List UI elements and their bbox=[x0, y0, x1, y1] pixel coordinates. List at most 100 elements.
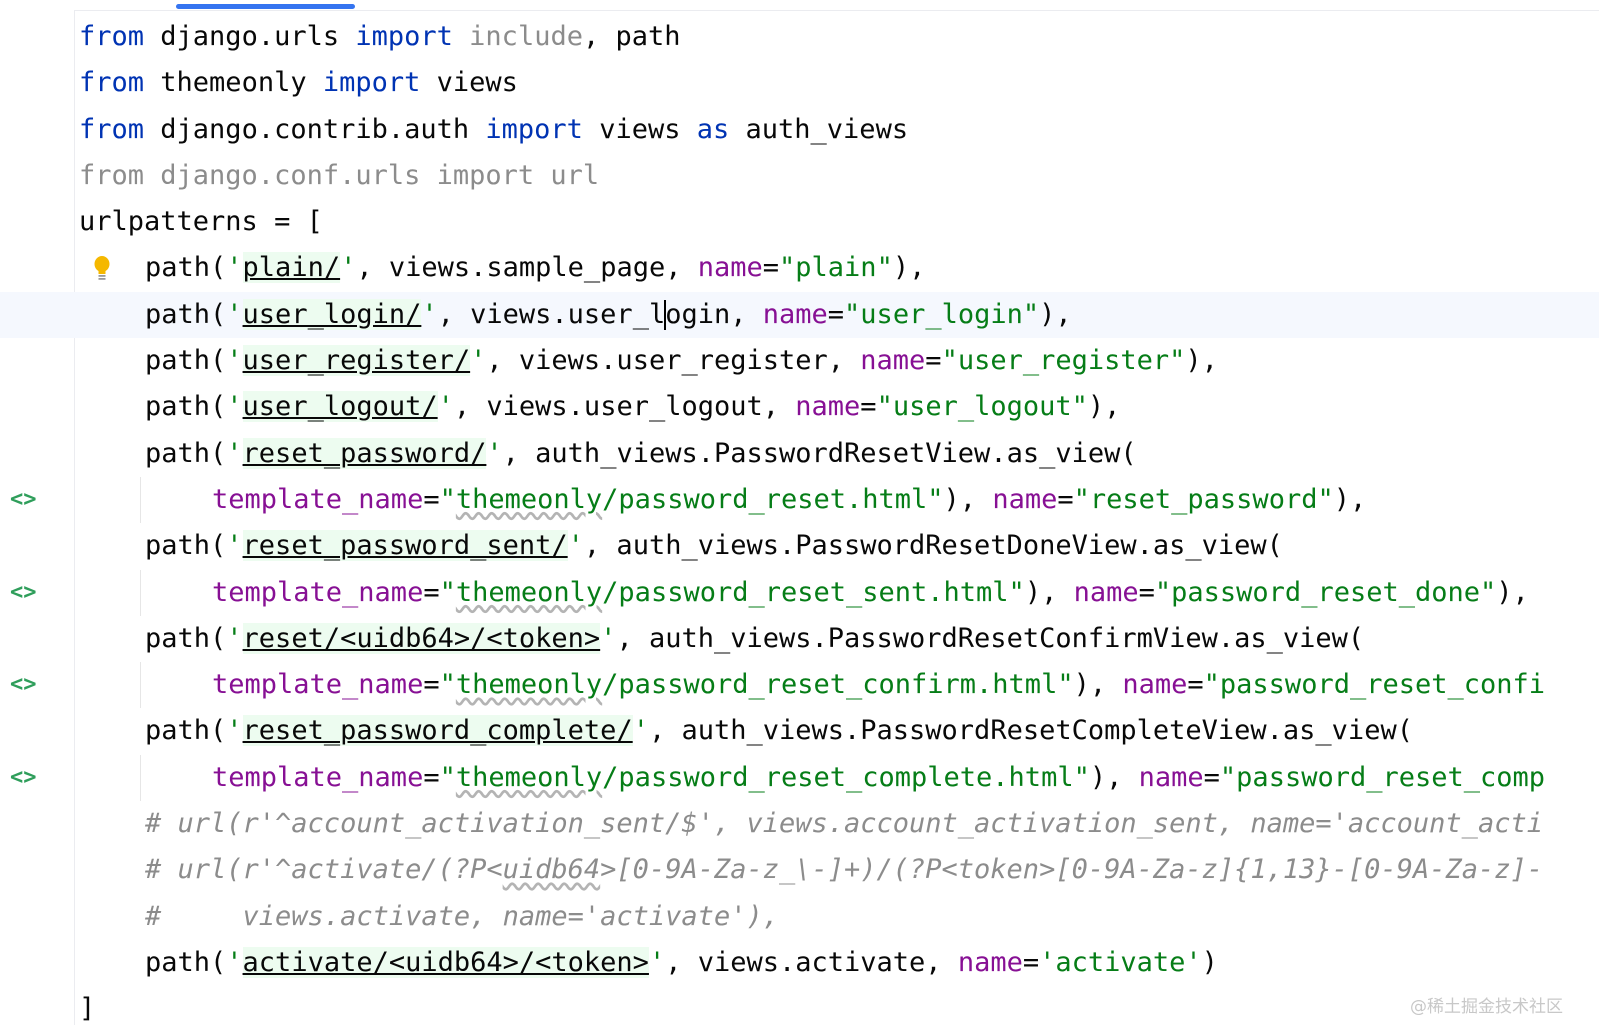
code-token: views bbox=[420, 67, 518, 99]
code-token: = bbox=[1022, 946, 1040, 978]
code-line[interactable]: path('reset_password_sent/', auth_views.… bbox=[0, 523, 1599, 569]
string-literal: " bbox=[439, 761, 456, 793]
code-line[interactable]: # views.activate, name='activate'), bbox=[0, 894, 1599, 940]
code-line[interactable]: path('user_logout/', views.user_logout, … bbox=[0, 384, 1599, 430]
string-literal: /password_reset.html" bbox=[602, 483, 944, 515]
string-literal: "reset_password" bbox=[1073, 483, 1334, 515]
code-token: views bbox=[582, 113, 697, 145]
string-literal: themeonly bbox=[455, 483, 603, 515]
template-file-icon[interactable]: <> bbox=[10, 570, 37, 616]
code-token: path( bbox=[145, 391, 227, 423]
keyword-from: from bbox=[79, 21, 145, 52]
code-comment: # url(r'^account_activation_sent/$', vie… bbox=[145, 808, 1543, 840]
code-line[interactable]: path('reset/<uidb64>/<token>', auth_view… bbox=[0, 616, 1599, 662]
code-line[interactable]: # url(r'^activate/(?P<uidb64>[0-9A-Za-z_… bbox=[0, 847, 1599, 893]
string-quote: ' bbox=[226, 530, 243, 562]
param-name: name bbox=[1122, 669, 1188, 701]
keyword-from: from bbox=[79, 67, 145, 99]
code-area[interactable]: from django.urls import include, path fr… bbox=[0, 14, 1599, 1025]
code-token: ), bbox=[1024, 576, 1074, 608]
code-token: , auth_views.PasswordResetView.as_view( bbox=[502, 437, 1137, 469]
code-line[interactable]: path('user_register/', views.user_regist… bbox=[0, 338, 1599, 384]
code-line[interactable]: ] bbox=[0, 986, 1599, 1025]
url-pattern: reset/<uidb64>/<token> bbox=[242, 622, 601, 654]
code-comment: >[0-9A-Za-z_\-]+)/(?P<token>[0-9A-Za-z]{… bbox=[600, 854, 1543, 886]
active-tab-indicator[interactable] bbox=[176, 4, 355, 9]
param-name: name bbox=[697, 252, 763, 284]
string-quote: ' bbox=[226, 391, 243, 423]
param-name: name bbox=[992, 483, 1058, 515]
code-token: = bbox=[423, 761, 440, 793]
string-literal: " bbox=[439, 483, 456, 515]
string-literal: themeonly bbox=[455, 576, 603, 608]
string-quote: ' bbox=[340, 252, 357, 284]
code-line[interactable]: path('plain/', views.sample_page, name="… bbox=[0, 245, 1599, 291]
code-token: ), bbox=[1496, 576, 1529, 608]
param-name: name bbox=[1138, 761, 1204, 793]
code-token: path( bbox=[145, 298, 227, 330]
string-literal: "password_reset_comp bbox=[1219, 761, 1546, 793]
url-pattern: reset_password_complete/ bbox=[242, 715, 633, 747]
code-token: = bbox=[827, 298, 845, 330]
code-token: , path bbox=[582, 21, 681, 52]
code-token: ), bbox=[1073, 669, 1123, 701]
keyword-import: import bbox=[322, 67, 421, 99]
string-literal: /password_reset_sent.html" bbox=[602, 576, 1025, 608]
code-token: ), bbox=[1333, 483, 1367, 515]
template-file-icon[interactable]: <> bbox=[10, 755, 37, 801]
string-quote: ' bbox=[632, 715, 649, 747]
code-token: ogin, bbox=[665, 298, 763, 330]
code-token: ), bbox=[1039, 298, 1072, 330]
template-file-icon[interactable]: <> bbox=[10, 477, 37, 523]
string-quote: ' bbox=[470, 345, 487, 377]
code-token: = bbox=[1138, 576, 1155, 608]
code-line[interactable]: <> template_name="themeonly/password_res… bbox=[0, 662, 1599, 709]
code-token: path( bbox=[145, 622, 227, 654]
code-line-current[interactable]: path('user_login/', views.user_login, na… bbox=[0, 291, 1599, 339]
code-line[interactable]: path('activate/<uidb64>/<token>', views.… bbox=[0, 940, 1599, 986]
string-quote: ' bbox=[486, 437, 503, 469]
code-line[interactable]: # url(r'^account_activation_sent/$', vie… bbox=[0, 801, 1599, 847]
code-line[interactable]: <> template_name="themeonly/password_res… bbox=[0, 754, 1599, 802]
code-line[interactable]: urlpatterns = [ bbox=[0, 199, 1599, 245]
code-token: = bbox=[423, 669, 440, 701]
param-name: template_name bbox=[212, 761, 424, 793]
string-quote: ' bbox=[226, 715, 243, 747]
string-literal: 'activate' bbox=[1039, 946, 1202, 978]
code-line[interactable]: <> template_name="themeonly/password_res… bbox=[0, 476, 1599, 524]
code-comment: uidb64 bbox=[502, 854, 601, 886]
string-quote: ' bbox=[600, 622, 617, 654]
url-pattern: activate/<uidb64>/<token> bbox=[242, 946, 649, 978]
code-token: ), bbox=[1185, 345, 1218, 377]
string-quote: ' bbox=[421, 298, 438, 330]
string-quote: ' bbox=[226, 437, 243, 469]
code-line[interactable]: path('reset_password/', auth_views.Passw… bbox=[0, 431, 1599, 477]
code-line[interactable]: from django.conf.urls import url bbox=[0, 153, 1599, 199]
code-line[interactable]: from django.contrib.auth import views as… bbox=[0, 107, 1599, 153]
param-name: name bbox=[762, 298, 828, 330]
string-quote: ' bbox=[437, 391, 454, 423]
code-token: = bbox=[423, 483, 440, 515]
keyword-from: from bbox=[79, 113, 145, 145]
string-literal: "user_login" bbox=[844, 298, 1040, 330]
url-pattern: user_logout/ bbox=[242, 391, 438, 423]
code-line[interactable]: from django.urls import include, path bbox=[0, 14, 1599, 60]
template-file-icon[interactable]: <> bbox=[10, 662, 37, 708]
code-editor[interactable]: from django.urls import include, path fr… bbox=[0, 0, 1599, 1025]
string-literal: themeonly bbox=[455, 669, 603, 701]
code-token: , views.activate, bbox=[665, 946, 958, 978]
code-line[interactable]: from themeonly import views bbox=[0, 60, 1599, 106]
code-token: = bbox=[423, 576, 440, 608]
code-token: , auth_views.PasswordResetConfirmView.as… bbox=[616, 622, 1365, 654]
code-line[interactable]: <> template_name="themeonly/password_res… bbox=[0, 569, 1599, 616]
code-token: = bbox=[860, 391, 877, 423]
param-name: name bbox=[795, 391, 861, 423]
code-token: django.contrib.auth bbox=[144, 113, 486, 145]
keyword-import: import bbox=[355, 21, 453, 52]
param-name: name bbox=[860, 345, 926, 377]
code-token: = bbox=[925, 345, 942, 377]
code-line[interactable]: path('reset_password_complete/', auth_vi… bbox=[0, 708, 1599, 754]
code-token: ), bbox=[1089, 761, 1139, 793]
param-name: name bbox=[957, 946, 1023, 978]
